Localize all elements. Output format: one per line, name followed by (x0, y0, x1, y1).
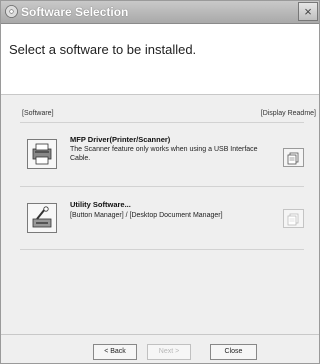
list-divider (20, 249, 304, 250)
cd-disc-icon (5, 5, 18, 18)
install-utility-software-button[interactable] (27, 203, 57, 233)
list-divider (20, 122, 304, 123)
software-column-label: [Software] (22, 110, 54, 117)
footer-divider (1, 334, 319, 335)
utility-software-title: Utility Software... (70, 200, 131, 209)
utility-software-description: [Button Manager] / [Desktop Document Man… (70, 212, 270, 221)
mfp-driver-desc-line1: The Scanner feature only works when usin… (70, 146, 258, 153)
close-window-button[interactable]: × (298, 2, 318, 21)
mfp-driver-title: MFP Driver(Printer/Scanner) (70, 135, 171, 144)
header-panel: Select a software to be installed. (1, 24, 319, 94)
mfp-driver-description: The Scanner feature only works when usin… (70, 146, 270, 163)
install-mfp-driver-button[interactable] (27, 139, 57, 169)
mfp-driver-desc-line2: Cable. (70, 154, 91, 162)
mfp-driver-readme-button[interactable] (283, 148, 304, 167)
readme-document-icon (287, 152, 299, 165)
instruction-text: Select a software to be installed. (9, 42, 197, 57)
utility-software-readme-button[interactable] (283, 209, 304, 228)
utility-software-desc-line1: [Button Manager] / [Desktop Document Man… (70, 212, 223, 219)
close-icon: × (304, 4, 312, 19)
readme-document-icon (287, 213, 299, 226)
back-button[interactable]: < Back (93, 344, 137, 360)
title-bar[interactable]: Software Selection × (1, 1, 319, 24)
readme-column-label: [Display Readme] (260, 110, 316, 117)
utility-software-icon (32, 206, 52, 228)
printer-scanner-icon (32, 143, 52, 165)
close-button[interactable]: Close (210, 344, 257, 360)
list-divider (20, 186, 304, 187)
next-button[interactable]: Next > (147, 344, 191, 360)
header-divider (1, 94, 319, 95)
window-title: Software Selection (21, 5, 129, 19)
dialog-window: Software Selection × Select a software t… (0, 0, 320, 364)
